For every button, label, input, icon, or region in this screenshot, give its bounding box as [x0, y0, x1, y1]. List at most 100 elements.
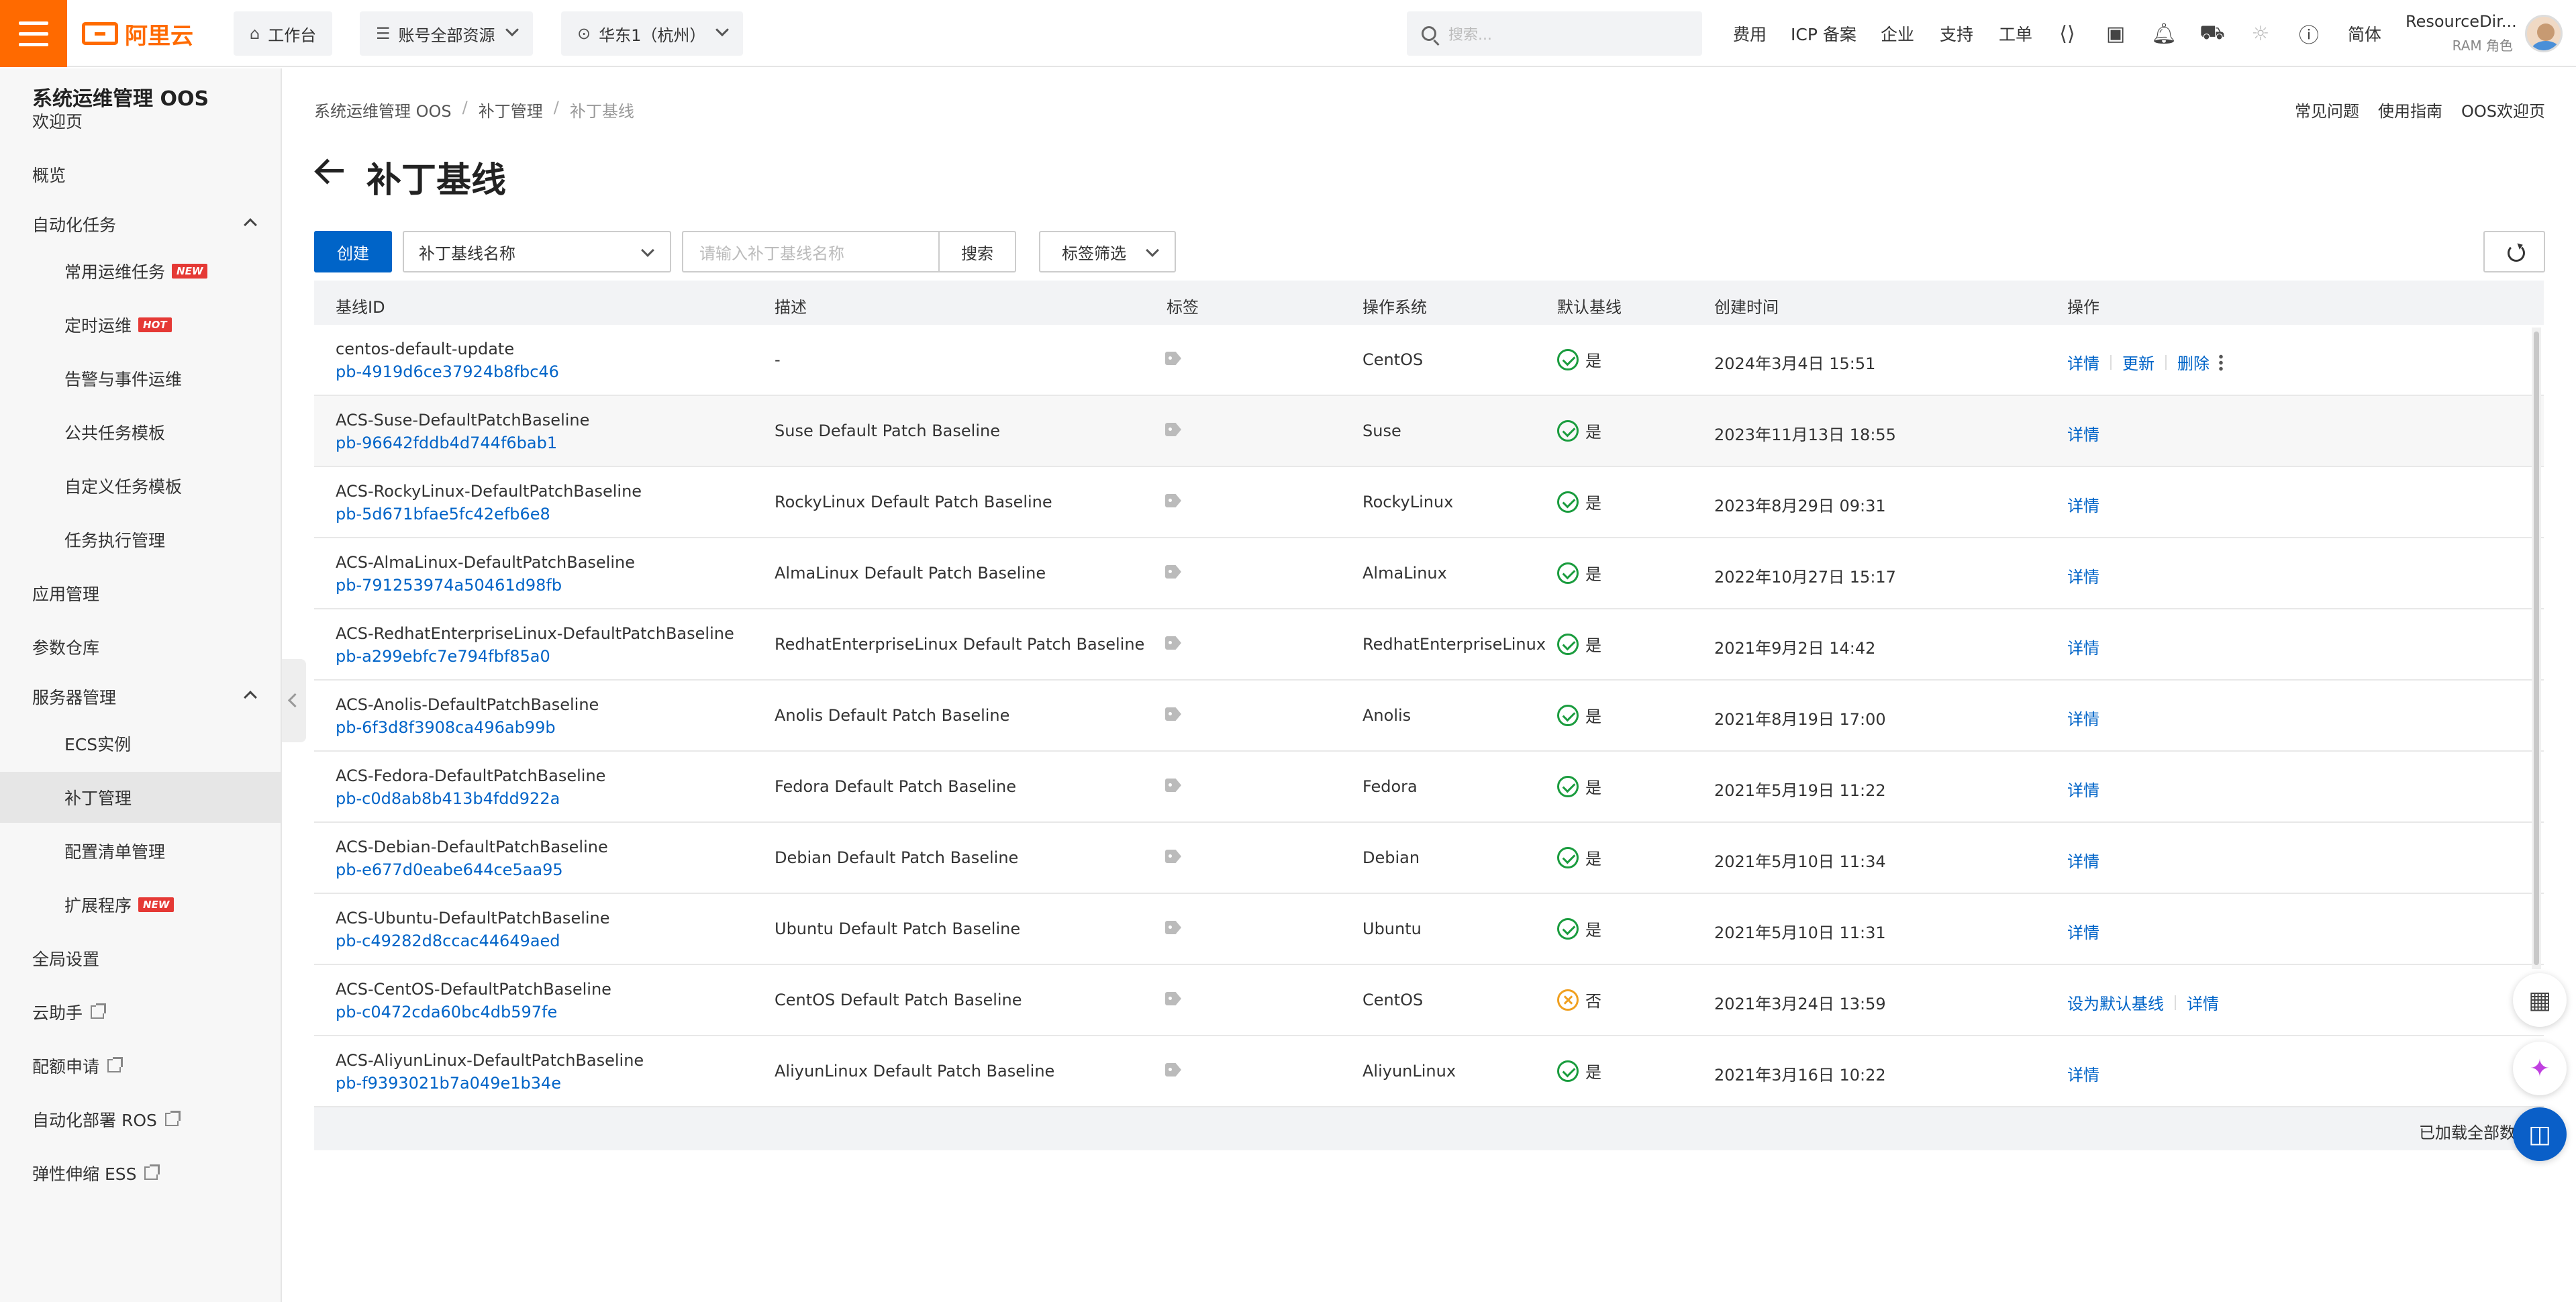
- tag-icon[interactable]: [1165, 423, 1181, 436]
- sidebar-item[interactable]: 弹性伸缩 ESS: [0, 1148, 282, 1199]
- apps-grid-icon[interactable]: ◫: [2513, 1107, 2567, 1161]
- avatar[interactable]: [2525, 15, 2563, 52]
- baseline-id-link[interactable]: pb-e677d0eabe644ce5aa95: [336, 860, 563, 879]
- tag-icon[interactable]: [1165, 352, 1181, 365]
- action-link[interactable]: 详情: [2187, 991, 2219, 1014]
- action-link[interactable]: 详情: [2067, 493, 2099, 516]
- nav-ticket[interactable]: 工单: [1999, 21, 2032, 46]
- sidebar-item[interactable]: ECS实例: [0, 718, 282, 769]
- sidebar-item[interactable]: 概览: [0, 149, 282, 200]
- search-button[interactable]: 搜索: [938, 231, 1016, 272]
- baseline-id-link[interactable]: pb-4919d6ce37924b8fbc46: [336, 362, 559, 381]
- more-icon[interactable]: [2219, 353, 2223, 371]
- ai-sparkle-icon[interactable]: ✦: [2513, 1042, 2567, 1095]
- baseline-id-link[interactable]: pb-c49282d8ccac44649aed: [336, 932, 560, 950]
- bell-icon[interactable]: 🔔︎: [2150, 20, 2177, 47]
- cart-icon[interactable]: ⛟: [2199, 20, 2226, 47]
- external-link-icon: [164, 1111, 181, 1126]
- breadcrumb-oos[interactable]: 系统运维管理 OOS: [314, 98, 452, 121]
- tag-icon[interactable]: [1165, 850, 1181, 863]
- tag-icon[interactable]: [1165, 494, 1181, 507]
- sidebar-item[interactable]: 欢迎页: [0, 95, 282, 146]
- region-dropdown[interactable]: ⊙ 华东1（杭州）: [561, 11, 744, 56]
- tag-icon[interactable]: [1165, 992, 1181, 1005]
- sidebar-item[interactable]: 参数仓库: [0, 621, 282, 672]
- sidebar-item[interactable]: 补丁管理: [0, 772, 282, 823]
- qrcode-icon[interactable]: ▦: [2513, 973, 2567, 1027]
- tag-icon[interactable]: [1165, 707, 1181, 721]
- tag-icon[interactable]: [1165, 1063, 1181, 1076]
- sidebar-item[interactable]: 定时运维 HOT: [0, 299, 282, 350]
- tag-icon[interactable]: [1165, 636, 1181, 650]
- account-info[interactable]: ResourceDir... RAM 角色: [2406, 12, 2517, 54]
- table-scrollbar[interactable]: [2532, 328, 2541, 969]
- faq-link[interactable]: 常见问题: [2295, 98, 2359, 121]
- nav-support[interactable]: 支持: [1940, 21, 1973, 46]
- sidebar-item-label: 配置清单管理: [64, 842, 166, 862]
- sidebar-item-label: 补丁管理: [64, 789, 132, 808]
- sidebar-item-label: ECS实例: [64, 735, 132, 754]
- sidebar-item[interactable]: 自动化部署 ROS: [0, 1094, 282, 1145]
- sidebar-item[interactable]: 配置清单管理: [0, 825, 282, 877]
- action-link[interactable]: 详情: [2067, 421, 2099, 445]
- sidebar-item[interactable]: 自定义任务模板: [0, 460, 282, 511]
- create-button[interactable]: 创建: [314, 231, 392, 272]
- action-link[interactable]: 详情: [2067, 1062, 2099, 1085]
- action-link[interactable]: 设为默认基线: [2067, 991, 2164, 1014]
- action-link[interactable]: 详情: [2067, 350, 2099, 374]
- filter-field-select[interactable]: 补丁基线名称: [403, 231, 671, 272]
- tag-icon[interactable]: [1165, 779, 1181, 792]
- action-link[interactable]: 详情: [2067, 706, 2099, 730]
- resources-dropdown[interactable]: ☰ 账号全部资源: [360, 11, 533, 56]
- action-link[interactable]: 详情: [2067, 919, 2099, 943]
- sidebar-item[interactable]: 自动化任务: [0, 199, 282, 250]
- action-link[interactable]: 详情: [2067, 564, 2099, 587]
- baseline-id-link[interactable]: pb-a299ebfc7e794fbf85a0: [336, 647, 550, 666]
- nav-enterprise[interactable]: 企业: [1881, 21, 1914, 46]
- baseline-id-link[interactable]: pb-f9393021b7a049e1b34e: [336, 1074, 561, 1093]
- help-icon[interactable]: ⓘ: [2295, 20, 2322, 48]
- nav-fees[interactable]: 费用: [1733, 21, 1767, 46]
- action-link[interactable]: 删除: [2177, 350, 2210, 374]
- created-time: 2021年5月10日 11:31: [1714, 923, 1886, 942]
- welcome-link[interactable]: OOS欢迎页: [2461, 98, 2545, 121]
- lightbulb-icon[interactable]: ☼: [2247, 20, 2274, 47]
- guide-link[interactable]: 使用指南: [2378, 98, 2442, 121]
- back-arrow-icon[interactable]: [314, 157, 346, 184]
- nav-icp[interactable]: ICP 备案: [1791, 21, 1856, 46]
- baseline-id-link[interactable]: pb-791253974a50461d98fb: [336, 576, 562, 595]
- workbench-button[interactable]: ⌂ 工作台: [234, 11, 333, 56]
- aliyun-logo[interactable]: 阿里云: [82, 19, 193, 50]
- sidebar-item[interactable]: 云助手: [0, 987, 282, 1038]
- tag-icon[interactable]: [1165, 565, 1181, 579]
- tag-filter-button[interactable]: 标签筛选: [1039, 231, 1176, 272]
- sidebar-item[interactable]: 公共任务模板: [0, 407, 282, 458]
- global-search-input[interactable]: 搜索...: [1407, 11, 1702, 56]
- menu-icon[interactable]: [0, 0, 67, 67]
- baseline-id-link[interactable]: pb-c0d8ab8b413b4fdd922a: [336, 789, 560, 808]
- action-link[interactable]: 详情: [2067, 848, 2099, 872]
- action-link[interactable]: 详情: [2067, 777, 2099, 801]
- sidebar-item[interactable]: 常用运维任务 NEW: [0, 246, 282, 297]
- baseline-id-link[interactable]: pb-96642fddb4d744f6bab1: [336, 434, 557, 452]
- language-switch[interactable]: 简体: [2348, 21, 2381, 46]
- sidebar-collapse-handle[interactable]: [282, 659, 306, 742]
- sidebar-item[interactable]: 任务执行管理: [0, 514, 282, 565]
- terminal-icon[interactable]: ▣: [2102, 20, 2129, 47]
- tag-icon[interactable]: [1165, 921, 1181, 934]
- sidebar-item[interactable]: 应用管理: [0, 568, 282, 619]
- sidebar-item[interactable]: 全局设置: [0, 933, 282, 984]
- baseline-id-link[interactable]: pb-5d671bfae5fc42efb6e8: [336, 505, 550, 523]
- sidebar-item[interactable]: 服务器管理: [0, 671, 282, 722]
- search-input[interactable]: 请输入补丁基线名称: [682, 231, 940, 272]
- sidebar-item[interactable]: 配额申请: [0, 1040, 282, 1091]
- sidebar-item[interactable]: 扩展程序 NEW: [0, 879, 282, 930]
- code-icon[interactable]: ⟨⟩: [2054, 20, 2081, 47]
- baseline-id-link[interactable]: pb-c0472cda60bc4db597fe: [336, 1003, 557, 1021]
- action-link[interactable]: 更新: [2122, 350, 2154, 374]
- baseline-id-link[interactable]: pb-6f3d8f3908ca496ab99b: [336, 718, 556, 737]
- refresh-icon[interactable]: [2483, 231, 2545, 272]
- action-link[interactable]: 详情: [2067, 635, 2099, 658]
- breadcrumb-patch[interactable]: 补丁管理: [479, 98, 543, 121]
- sidebar-item[interactable]: 告警与事件运维: [0, 353, 282, 404]
